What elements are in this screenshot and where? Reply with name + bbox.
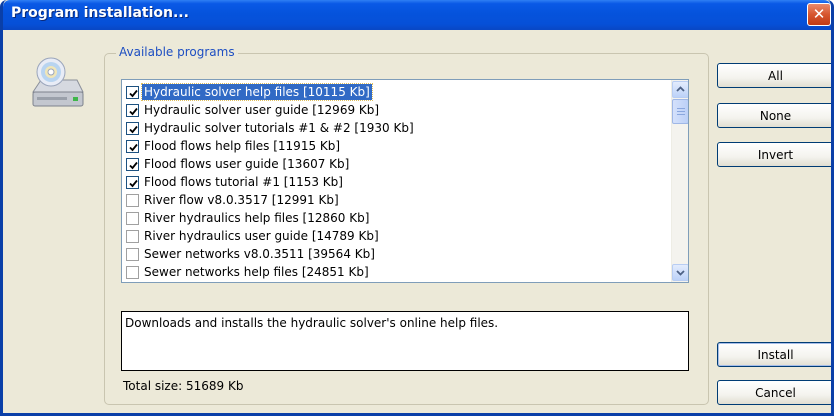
program-label: Hydraulic solver user guide [12969 Kb] xyxy=(144,103,380,117)
select-none-button[interactable]: None xyxy=(717,103,831,128)
program-list-item[interactable]: Flood flows help files [11915 Kb] xyxy=(122,137,342,155)
cancel-button[interactable]: Cancel xyxy=(717,380,831,405)
program-checkbox[interactable] xyxy=(126,103,139,117)
program-list-item[interactable]: River flow v8.0.3517 [12991 Kb] xyxy=(122,191,341,209)
scroll-down-button[interactable] xyxy=(672,264,688,281)
window-title: Program installation... xyxy=(11,5,189,21)
program-label: Hydraulic solver tutorials #1 & #2 [1930… xyxy=(144,121,414,135)
program-list-item[interactable]: River hydraulics help files [12860 Kb] xyxy=(122,209,371,227)
title-bar[interactable]: Program installation... ✕ xyxy=(3,0,831,30)
checkmark-icon xyxy=(129,179,138,187)
program-list-item[interactable]: Sewer networks help files [24851 Kb] xyxy=(122,263,371,281)
program-checkbox[interactable] xyxy=(126,157,139,171)
total-size-label: Total size: 51689 Kb xyxy=(123,379,244,393)
program-list-item[interactable]: River hydraulics user guide [14789 Kb] xyxy=(122,227,381,245)
close-button[interactable]: ✕ xyxy=(807,3,831,26)
program-list-item[interactable]: Hydraulic solver help files [10115 Kb] xyxy=(122,83,373,101)
program-list-item[interactable]: Flood flows user guide [13607 Kb] xyxy=(122,155,351,173)
select-all-button[interactable]: All xyxy=(717,63,831,88)
checkmark-icon xyxy=(129,89,138,97)
program-checkbox[interactable] xyxy=(126,211,139,225)
invert-selection-button[interactable]: Invert xyxy=(717,142,831,167)
checkmark-icon xyxy=(129,107,138,115)
program-label: River flow v8.0.3517 [12991 Kb] xyxy=(144,193,339,207)
description-box: Downloads and installs the hydraulic sol… xyxy=(121,311,689,371)
program-label: Flood flows user guide [13607 Kb] xyxy=(144,157,350,171)
program-list-item[interactable]: Sewer networks v8.0.3511 [39564 Kb] xyxy=(122,245,377,263)
checkmark-icon xyxy=(129,161,138,169)
close-icon: ✕ xyxy=(812,5,826,23)
group-legend: Available programs xyxy=(116,45,238,59)
program-label: River hydraulics user guide [14789 Kb] xyxy=(144,229,379,243)
program-label: Sewer networks v8.0.3511 [39564 Kb] xyxy=(144,247,375,261)
program-list-item[interactable]: Hydraulic solver user guide [12969 Kb] xyxy=(122,101,381,119)
vertical-scrollbar[interactable] xyxy=(671,80,688,282)
cd-drive-icon xyxy=(32,57,84,107)
program-label: River hydraulics help files [12860 Kb] xyxy=(144,211,370,225)
chevron-down-icon xyxy=(676,270,685,276)
scroll-thumb[interactable] xyxy=(672,99,688,124)
program-checkbox[interactable] xyxy=(126,193,139,207)
program-checkbox[interactable] xyxy=(126,85,139,99)
program-label: Flood flows help files [11915 Kb] xyxy=(144,139,341,153)
program-label: Hydraulic solver help files [10115 Kb] xyxy=(141,83,373,101)
checkmark-icon xyxy=(129,125,138,133)
install-dialog: Program installation... ✕ Available prog… xyxy=(0,0,834,416)
scroll-up-button[interactable] xyxy=(672,81,688,98)
program-checkbox[interactable] xyxy=(126,175,139,189)
chevron-up-icon xyxy=(676,86,685,92)
program-list-item[interactable]: Hydraulic solver tutorials #1 & #2 [1930… xyxy=(122,119,416,137)
program-list-item[interactable]: Flood flows tutorial #1 [1153 Kb] xyxy=(122,173,345,191)
install-button[interactable]: Install xyxy=(717,342,831,367)
program-label: Flood flows tutorial #1 [1153 Kb] xyxy=(144,175,343,189)
program-label: Sewer networks help files [24851 Kb] xyxy=(144,265,369,279)
program-checkbox[interactable] xyxy=(126,139,139,153)
programs-list[interactable]: Hydraulic solver help files [10115 Kb] Hy… xyxy=(121,79,689,283)
program-checkbox[interactable] xyxy=(126,229,139,243)
program-checkbox[interactable] xyxy=(126,121,139,135)
program-checkbox[interactable] xyxy=(126,247,139,261)
checkmark-icon xyxy=(129,143,138,151)
program-checkbox[interactable] xyxy=(126,265,139,279)
